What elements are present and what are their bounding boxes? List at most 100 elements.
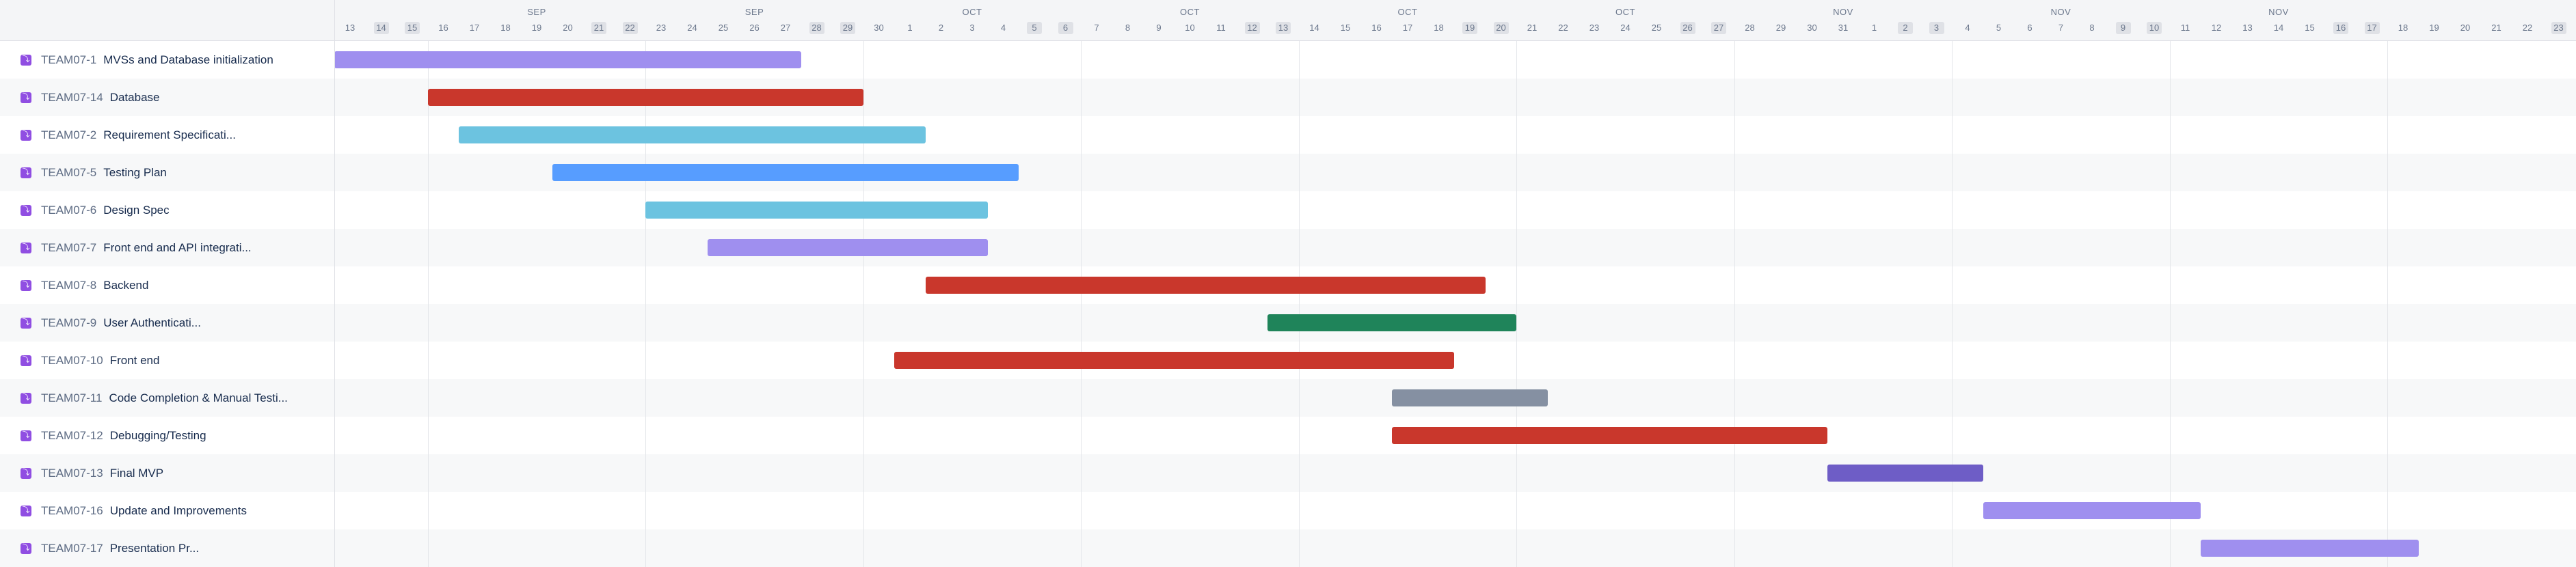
- issue-key[interactable]: TEAM07-10: [41, 354, 103, 368]
- issue-row[interactable]: ⤵ TEAM07-17 Presentation Pr...: [0, 529, 334, 567]
- day-label: 3: [1929, 22, 1944, 34]
- timeline-chart[interactable]: 13 14 15 16 17 18 19 20 21 22 23 24 25 26 27 28 29 30 1 2 3 4…: [334, 0, 2576, 567]
- issue-summary: Database: [109, 90, 160, 104]
- issue-key[interactable]: TEAM07-11: [41, 391, 102, 405]
- issue-key[interactable]: TEAM07-1: [41, 53, 96, 67]
- day-label: 10: [2147, 22, 2162, 34]
- issue-row[interactable]: ⤵ TEAM07-14 Database: [0, 79, 334, 116]
- timeline-bar[interactable]: [925, 277, 1486, 294]
- subtask-icon: ⤵: [21, 54, 31, 66]
- day-label: 21: [1527, 23, 1538, 33]
- issue-row[interactable]: ⤵ TEAM07-16 Update and Improvements: [0, 492, 334, 529]
- issue-row[interactable]: ⤵ TEAM07-5 Testing Plan: [0, 154, 334, 191]
- issue-row[interactable]: ⤵ TEAM07-8 Backend: [0, 266, 334, 304]
- day-label: 7: [2058, 23, 2064, 33]
- day-label: 16: [438, 23, 448, 33]
- issue-key[interactable]: TEAM07-7: [41, 241, 96, 255]
- day-label: 15: [1340, 23, 1351, 33]
- timeline-bar[interactable]: [1983, 502, 2201, 519]
- day-label: 8: [1125, 23, 1131, 33]
- day-label: 8: [2089, 23, 2095, 33]
- day-label: 10: [1185, 23, 1195, 33]
- day-label: 27: [1711, 22, 1726, 34]
- issue-summary: Presentation Pr...: [109, 541, 200, 555]
- issue-row[interactable]: ⤵ TEAM07-6 Design Spec: [0, 191, 334, 229]
- subtask-icon: ⤵: [21, 467, 31, 479]
- issue-row[interactable]: ⤵ TEAM07-9 User Authenticati...: [0, 304, 334, 342]
- day-label: 14: [1309, 23, 1319, 33]
- day-label: 29: [840, 22, 855, 34]
- subtask-icon: ⤵: [21, 317, 31, 329]
- timeline-bar[interactable]: [1267, 314, 1517, 331]
- issue-row[interactable]: ⤵ TEAM07-13 Final MVP: [0, 454, 334, 492]
- day-label: 26: [1680, 22, 1695, 34]
- day-label: 20: [563, 23, 573, 33]
- timeline-row: [335, 492, 2576, 529]
- day-label: 20: [1493, 22, 1509, 34]
- issue-summary: MVSs and Database initialization: [103, 53, 273, 66]
- day-label: 17: [1402, 23, 1413, 33]
- day-label: 11: [1216, 23, 1226, 33]
- day-label: 22: [1558, 23, 1568, 33]
- issue-key[interactable]: TEAM07-17: [41, 542, 103, 555]
- issue-summary: Testing Plan: [103, 165, 167, 179]
- issue-row[interactable]: ⤵ TEAM07-7 Front end and API integrati...: [0, 229, 334, 266]
- month-label: OCT: [962, 7, 982, 17]
- issue-key[interactable]: TEAM07-13: [41, 467, 103, 480]
- issue-summary: Requirement Specificati...: [103, 128, 236, 141]
- issue-key[interactable]: TEAM07-5: [41, 166, 96, 180]
- issue-list-panel: ⤵ TEAM07-1 MVSs and Database initializatio…: [0, 0, 335, 567]
- day-label: 2: [1898, 22, 1913, 34]
- day-label: 29: [1775, 23, 1786, 33]
- day-label: 16: [2333, 22, 2348, 34]
- issue-key[interactable]: TEAM07-2: [41, 128, 96, 142]
- day-label: 5: [1027, 22, 1042, 34]
- issue-row[interactable]: ⤵ TEAM07-10 Front end: [0, 342, 334, 379]
- issue-key[interactable]: TEAM07-6: [41, 204, 96, 217]
- day-label: 28: [809, 22, 824, 34]
- timeline-bar[interactable]: [708, 239, 988, 256]
- day-label: 2: [938, 23, 944, 33]
- month-label: SEP: [744, 7, 764, 17]
- month-label: SEP: [527, 7, 546, 17]
- issue-key[interactable]: TEAM07-9: [41, 316, 96, 330]
- issue-row[interactable]: ⤵ TEAM07-12 Debugging/Testing: [0, 417, 334, 454]
- day-label: 15: [2305, 23, 2315, 33]
- day-label: 21: [591, 22, 606, 34]
- day-label: 23: [2551, 22, 2566, 34]
- timeline-bar[interactable]: [1827, 465, 1983, 482]
- issue-key[interactable]: TEAM07-8: [41, 279, 96, 292]
- day-label: 19: [531, 23, 542, 33]
- issue-key[interactable]: TEAM07-12: [41, 429, 103, 443]
- timeline-bar[interactable]: [1392, 427, 1828, 444]
- day-label: 5: [1996, 23, 2002, 33]
- timeline-bar[interactable]: [552, 164, 1019, 181]
- timeline-bar[interactable]: [1392, 389, 1548, 406]
- subtask-icon: ⤵: [21, 204, 31, 216]
- timeline-row: [335, 229, 2576, 266]
- issue-row[interactable]: ⤵ TEAM07-11 Code Completion & Manual Testi…: [0, 379, 334, 417]
- issue-key[interactable]: TEAM07-16: [41, 504, 103, 518]
- timeline-bar[interactable]: [427, 89, 863, 106]
- issue-key[interactable]: TEAM07-14: [41, 91, 103, 105]
- day-label: 1: [1871, 23, 1877, 33]
- issue-summary: Final MVP: [109, 466, 164, 480]
- issue-row[interactable]: ⤵ TEAM07-1 MVSs and Database initializatio…: [0, 41, 334, 79]
- timeline-bar[interactable]: [334, 51, 801, 68]
- day-label: 23: [656, 23, 667, 33]
- timeline-bar[interactable]: [894, 352, 1455, 369]
- timeline-bar[interactable]: [645, 202, 988, 219]
- issue-list-header: [0, 0, 334, 41]
- day-label: 19: [2429, 23, 2439, 33]
- issue-row[interactable]: ⤵ TEAM07-2 Requirement Specificati...: [0, 116, 334, 154]
- timeline-bar[interactable]: [459, 126, 926, 143]
- day-label: 18: [2398, 23, 2409, 33]
- day-label: 25: [718, 23, 729, 33]
- day-label: 17: [469, 23, 480, 33]
- issue-summary: Front end and API integrati...: [103, 240, 252, 254]
- month-label: OCT: [1397, 7, 1418, 17]
- day-label: 27: [780, 23, 791, 33]
- day-label: 6: [2027, 23, 2032, 33]
- timeline-bar[interactable]: [2201, 540, 2419, 557]
- subtask-icon: ⤵: [21, 505, 31, 516]
